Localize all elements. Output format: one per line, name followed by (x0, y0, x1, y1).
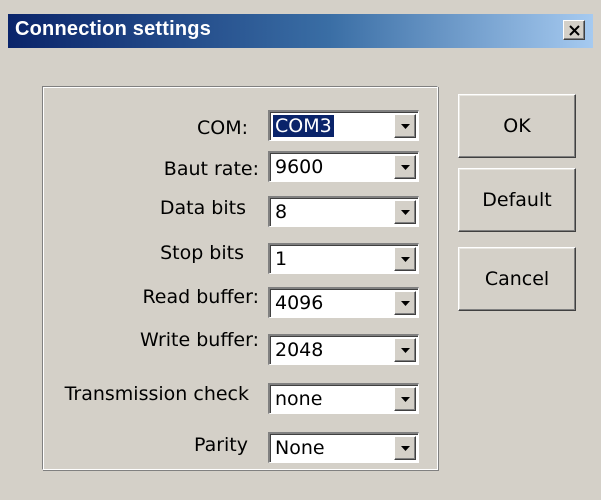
chevron-down-icon (401, 165, 410, 170)
parity-dropdown-button[interactable] (394, 436, 416, 460)
read-buffer-value: 4096 (275, 292, 324, 314)
read-buffer-select[interactable]: 4096 (268, 287, 419, 318)
chevron-down-icon (401, 257, 410, 262)
baud-rate-label: Baut rate: (163, 158, 259, 180)
chevron-down-icon (401, 397, 410, 402)
close-button[interactable] (563, 20, 585, 40)
baud-rate-select[interactable]: 9600 (268, 151, 419, 182)
transmission-check-select[interactable]: none (268, 383, 419, 414)
write-buffer-label: Write buffer: (140, 329, 259, 351)
parity-select[interactable]: None (268, 432, 419, 463)
cancel-button[interactable]: Cancel (458, 247, 576, 311)
title-bar[interactable]: Connection settings (8, 14, 593, 48)
com-port-value: COM3 (272, 114, 335, 138)
stop-bits-label: Stop bits (160, 242, 244, 264)
data-bits-label: Data bits (159, 197, 246, 219)
transmission-check-value: none (275, 388, 323, 410)
parity-value: None (275, 437, 325, 459)
stop-bits-dropdown-button[interactable] (394, 247, 416, 271)
data-bits-value: 8 (275, 201, 288, 223)
connection-settings-dialog: Connection settings COM: Baut rate: Data… (0, 0, 601, 500)
write-buffer-dropdown-button[interactable] (394, 338, 416, 362)
transmission-check-label: Transmission check (64, 383, 249, 405)
baud-rate-dropdown-button[interactable] (394, 155, 416, 179)
stop-bits-select[interactable]: 1 (268, 243, 419, 274)
chevron-down-icon (401, 210, 410, 215)
write-buffer-value: 2048 (275, 339, 324, 361)
chevron-down-icon (401, 301, 410, 306)
data-bits-select[interactable]: 8 (268, 196, 419, 227)
com-port-dropdown-button[interactable] (394, 114, 416, 138)
default-button[interactable]: Default (458, 168, 576, 232)
data-bits-dropdown-button[interactable] (394, 200, 416, 224)
baud-rate-value: 9600 (275, 156, 324, 178)
read-buffer-label: Read buffer: (142, 286, 259, 308)
transmission-check-dropdown-button[interactable] (394, 387, 416, 411)
read-buffer-dropdown-button[interactable] (394, 291, 416, 315)
stop-bits-value: 1 (275, 248, 288, 270)
chevron-down-icon (401, 348, 410, 353)
chevron-down-icon (401, 124, 410, 129)
write-buffer-select[interactable]: 2048 (268, 334, 419, 365)
close-icon (569, 25, 580, 36)
com-port-select[interactable]: COM3 (268, 110, 419, 141)
com-label: COM: (196, 117, 248, 139)
chevron-down-icon (401, 446, 410, 451)
parity-label: Parity (193, 434, 248, 456)
ok-button[interactable]: OK (458, 94, 576, 158)
window-title: Connection settings (15, 18, 212, 40)
